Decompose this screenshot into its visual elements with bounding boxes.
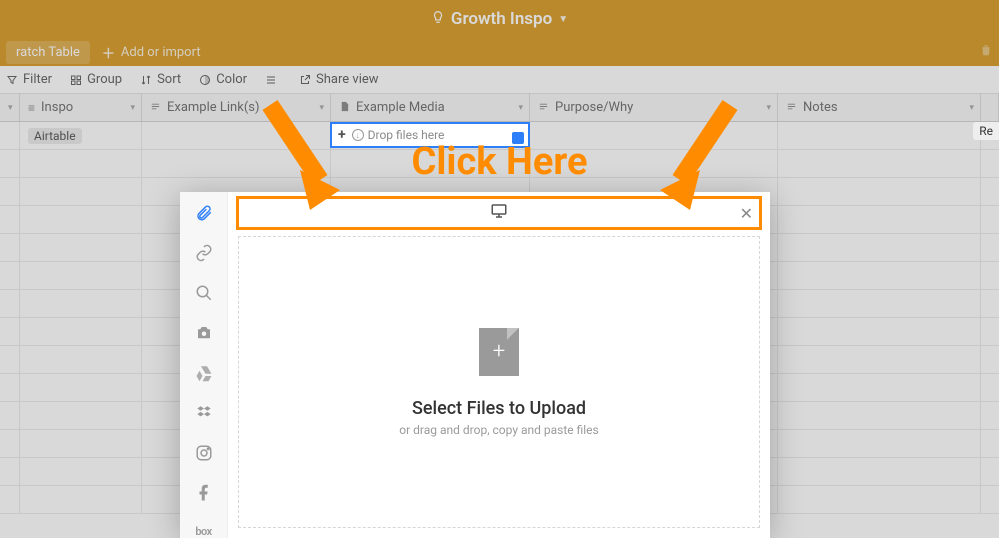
column-inspo[interactable]: ≡ Inspo ▾ — [20, 94, 142, 121]
base-title[interactable]: Growth Inspo ▼ — [431, 9, 568, 29]
text-icon — [150, 101, 161, 115]
column-chevron[interactable]: ▾ — [0, 94, 20, 121]
table-tab[interactable]: ratch Table — [6, 41, 90, 64]
column-example-media[interactable]: Example Media ▾ — [331, 94, 530, 121]
upload-modal: box ✕ + Select Files to Upload or drag a… — [180, 192, 770, 538]
filter-label: Filter — [23, 72, 52, 87]
annotation-text: Click Here — [0, 140, 999, 184]
google-drive-icon[interactable] — [194, 364, 214, 382]
sort-button[interactable]: Sort — [140, 72, 181, 87]
chevron-down-icon: ▾ — [969, 103, 974, 113]
file-plus-icon: + — [479, 328, 519, 376]
monitor-icon — [490, 202, 508, 224]
annotation-arrow-right — [660, 100, 750, 210]
link-icon[interactable] — [194, 244, 214, 262]
color-label: Color — [216, 72, 247, 87]
attachment-icon — [339, 101, 350, 115]
paperclip-icon[interactable] — [194, 204, 214, 222]
tab-bar: ratch Table ＋ Add or import — [0, 38, 999, 66]
upload-title: Select Files to Upload — [412, 398, 586, 419]
base-title-text: Growth Inspo — [451, 9, 552, 29]
camera-icon[interactable] — [194, 324, 214, 342]
sort-label: Sort — [157, 72, 181, 87]
column-label: Notes — [803, 100, 838, 115]
text-icon: ≡ — [28, 101, 35, 115]
share-view-button[interactable]: Share view — [299, 72, 378, 87]
lightbulb-icon — [431, 9, 445, 29]
chevron-down-icon: ▾ — [766, 103, 771, 113]
chevron-down-icon: ▾ — [130, 103, 135, 113]
row-height-button[interactable] — [265, 74, 277, 86]
annotation-arrow-left — [250, 100, 340, 210]
trash-icon[interactable] — [979, 43, 993, 61]
plus-icon: ＋ — [102, 43, 115, 62]
instagram-icon[interactable] — [194, 444, 214, 462]
text-icon — [786, 101, 797, 115]
app-header: Growth Inspo ▼ — [0, 0, 999, 38]
color-button[interactable]: Color — [199, 72, 247, 87]
share-label: Share view — [316, 72, 378, 87]
column-label: Purpose/Why — [555, 100, 633, 115]
add-or-import-button[interactable]: ＋ Add or import — [102, 43, 201, 62]
column-label: Example Media — [356, 100, 445, 115]
group-label: Group — [87, 72, 122, 87]
column-notes[interactable]: Notes ▾ — [778, 94, 981, 121]
chevron-down-icon: ▾ — [518, 103, 523, 113]
column-label: Inspo — [41, 100, 73, 115]
upload-main: ✕ + Select Files to Upload or drag and d… — [228, 192, 770, 538]
truncated-chip: Re — [973, 122, 999, 140]
facebook-icon[interactable] — [194, 484, 214, 502]
upload-dropzone[interactable]: + Select Files to Upload or drag and dro… — [238, 236, 760, 528]
chevron-down-icon: ▼ — [558, 14, 568, 25]
box-icon[interactable]: box — [194, 524, 214, 538]
column-header-row: ▾ ≡ Inspo ▾ Example Link(s) ▾ Example Me… — [0, 94, 999, 122]
add-or-import-label: Add or import — [121, 45, 201, 60]
column-label: Example Link(s) — [167, 100, 260, 115]
filter-button[interactable]: Filter — [6, 72, 52, 87]
column-more[interactable] — [981, 94, 999, 121]
search-icon[interactable] — [194, 284, 214, 302]
view-toolbar: Filter Group Sort Color Share view — [0, 66, 999, 94]
upload-subtitle: or drag and drop, copy and paste files — [399, 423, 598, 437]
upload-source-sidebar: box — [180, 192, 228, 538]
group-button[interactable]: Group — [70, 72, 122, 87]
dropbox-icon[interactable] — [194, 404, 214, 422]
text-icon — [538, 101, 549, 115]
